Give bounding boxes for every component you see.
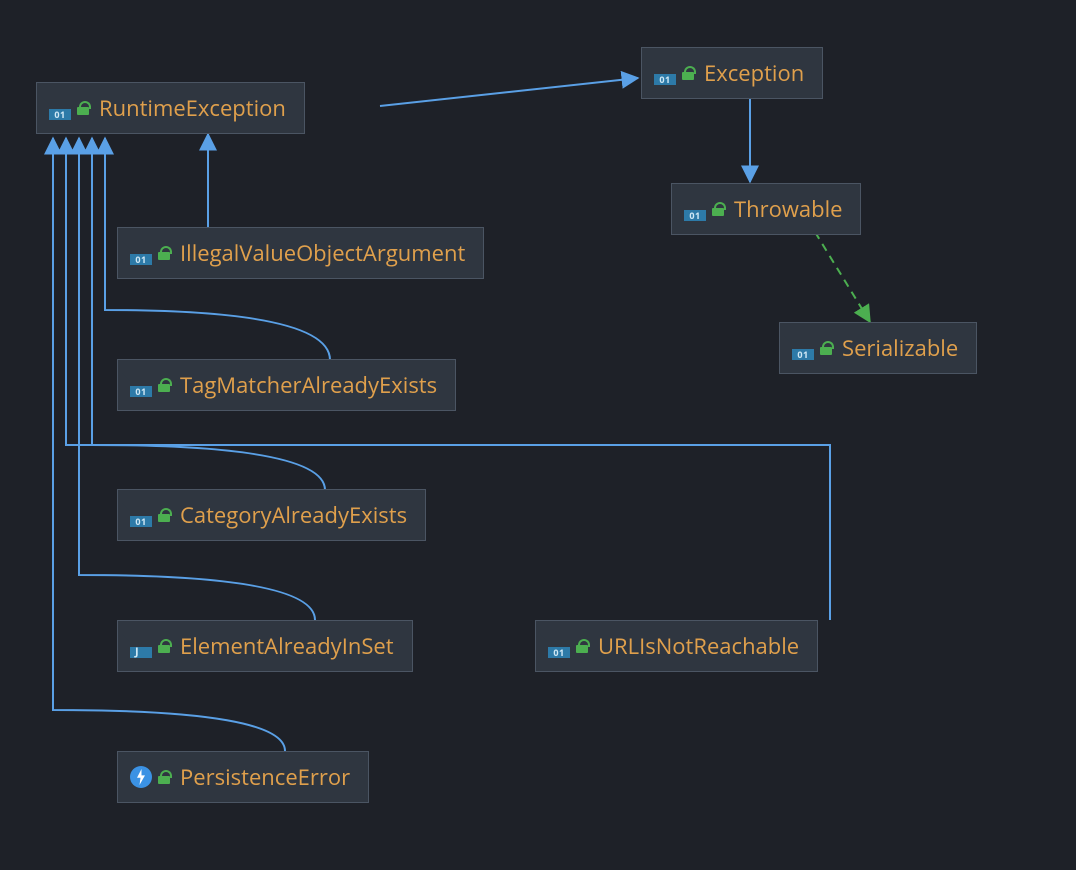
node-throwable[interactable]: 01 Throwable <box>671 183 861 235</box>
class-icon: 01 <box>684 197 724 221</box>
diagram-canvas[interactable]: 01 RuntimeException 01 Exception 01 Thro… <box>0 0 1076 870</box>
lock-icon <box>576 639 588 653</box>
module-file-icon: 01 <box>548 634 570 658</box>
lock-icon <box>158 378 170 392</box>
lock-icon <box>682 66 694 80</box>
class-icon: 01 <box>130 241 170 265</box>
module-file-icon: 01 <box>130 241 152 265</box>
lock-icon <box>158 246 170 260</box>
node-label: Throwable <box>734 194 842 224</box>
lock-icon <box>77 101 89 115</box>
class-icon: 01 <box>130 503 170 527</box>
lock-icon <box>820 341 832 355</box>
class-icon <box>130 766 170 788</box>
lock-icon <box>158 639 170 653</box>
java-file-icon: J <box>130 634 152 658</box>
module-file-icon: 01 <box>654 61 676 85</box>
node-label: ElementAlreadyInSet <box>180 631 394 661</box>
node-label: TagMatcherAlreadyExists <box>180 370 437 400</box>
class-icon: 01 <box>792 336 832 360</box>
edge-throwable-serializable <box>815 232 870 322</box>
node-illegal-value-object-argument[interactable]: 01 IllegalValueObjectArgument <box>117 227 484 279</box>
lock-icon <box>158 770 170 784</box>
node-label: CategoryAlreadyExists <box>180 500 407 530</box>
module-file-icon: 01 <box>684 197 706 221</box>
node-label: RuntimeException <box>99 93 286 123</box>
lock-icon <box>158 508 170 522</box>
node-serializable[interactable]: 01 Serializable <box>779 322 977 374</box>
node-label: PersistenceError <box>180 762 350 792</box>
node-runtime-exception[interactable]: 01 RuntimeException <box>36 82 305 134</box>
bolt-icon <box>130 766 152 788</box>
node-persistence-error[interactable]: PersistenceError <box>117 751 369 803</box>
node-exception[interactable]: 01 Exception <box>641 47 823 99</box>
module-file-icon: 01 <box>130 373 152 397</box>
class-icon: 01 <box>49 96 89 120</box>
edge-runtimeexception-exception <box>380 78 638 106</box>
node-element-already-in-set[interactable]: J ElementAlreadyInSet <box>117 620 413 672</box>
class-icon: J <box>130 634 170 658</box>
node-category-already-exists[interactable]: 01 CategoryAlreadyExists <box>117 489 426 541</box>
node-label: Exception <box>704 58 804 88</box>
node-label: URLIsNotReachable <box>598 631 799 661</box>
module-file-icon: 01 <box>49 96 71 120</box>
class-icon: 01 <box>654 61 694 85</box>
class-icon: 01 <box>548 634 588 658</box>
node-url-is-not-reachable[interactable]: 01 URLIsNotReachable <box>535 620 818 672</box>
edge-categoryalreadyexists-runtimeexception <box>92 138 325 490</box>
node-label: Serializable <box>842 333 958 363</box>
lock-icon <box>712 202 724 216</box>
node-label: IllegalValueObjectArgument <box>180 238 465 268</box>
node-tag-matcher-already-exists[interactable]: 01 TagMatcherAlreadyExists <box>117 359 456 411</box>
module-file-icon: 01 <box>792 336 814 360</box>
class-icon: 01 <box>130 373 170 397</box>
module-file-icon: 01 <box>130 503 152 527</box>
